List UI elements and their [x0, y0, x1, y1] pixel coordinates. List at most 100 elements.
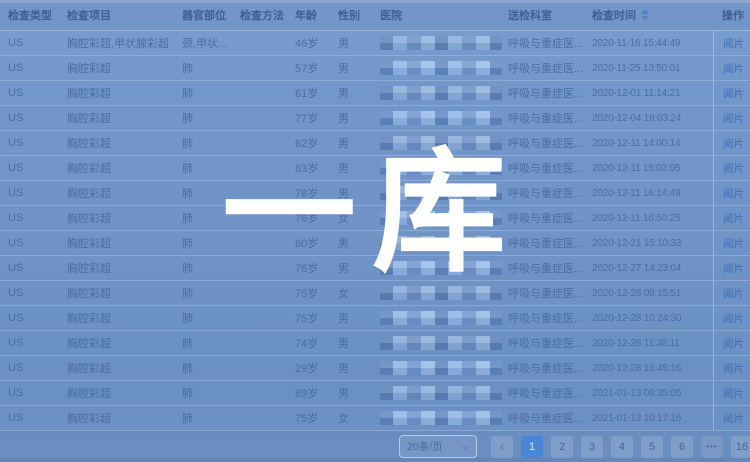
page-button-2[interactable]: 2 [551, 436, 573, 458]
cell-gender: 男 [338, 31, 380, 55]
redacted-hospital-mosaic [380, 111, 502, 125]
table-row[interactable]: US胸腔彩超,甲状腺彩超颈,甲状...46岁男呼吸与重症医...2020-11-… [0, 31, 750, 56]
cell-exam-time: 2020-12-28 16:45:16 [592, 356, 713, 380]
cell-department: 呼吸与重症医... [508, 406, 592, 430]
view-film-link[interactable]: 阅片 [723, 111, 744, 126]
cell-age: 75岁 [295, 281, 338, 305]
col-header-label: 医院 [380, 7, 402, 23]
page-buttons: 123456 ••• 16 [521, 436, 750, 458]
table-row[interactable]: US胸腔彩超肺76岁男呼吸与重症医...2020-12-27 14:23:04阅… [0, 256, 750, 281]
cell-age: 76岁 [295, 256, 338, 280]
col-header-exam-time[interactable]: 检查时间 [592, 7, 713, 23]
cell-exam-type: US [8, 131, 67, 155]
view-film-link[interactable]: 阅片 [723, 61, 744, 76]
cell-exam-time: 2020-12-21 15:10:33 [592, 231, 713, 255]
cell-age: 46岁 [295, 31, 338, 55]
table-row[interactable]: US胸腔彩超肺60岁男呼吸与重症医...2020-12-21 15:10:33阅… [0, 231, 750, 256]
col-header-exam-item: 检查项目 [67, 7, 182, 23]
cell-action: 阅片 [713, 181, 750, 205]
prev-page-button[interactable]: ‹ [491, 436, 513, 458]
table-row[interactable]: US胸腔彩超肺75岁女呼吸与重症医...2021-01-13 10:17:16阅… [0, 406, 750, 431]
cell-exam-time: 2020-12-04 19:03:24 [592, 106, 713, 130]
table-row[interactable]: US胸腔彩超肺61岁男呼吸与重症医...2020-12-01 11:14:21阅… [0, 81, 750, 106]
col-header-label: 检查项目 [67, 7, 111, 23]
cell-exam-item: 胸腔彩超 [67, 306, 182, 330]
view-film-link[interactable]: 阅片 [723, 361, 744, 376]
cell-gender: 男 [338, 231, 380, 255]
table-row[interactable]: US胸腔彩超肺57岁男呼吸与重症医...2020-11-25 13:50:01阅… [0, 56, 750, 81]
table-row[interactable]: US胸腔彩超肺77岁男呼吸与重症医...2020-12-04 19:03:24阅… [0, 106, 750, 131]
cell-action: 阅片 [713, 156, 750, 180]
sort-caret-icon[interactable] [641, 9, 649, 21]
view-film-link[interactable]: 阅片 [723, 311, 744, 326]
cell-exam-method [240, 206, 295, 230]
table-row[interactable]: US胸腔彩超肺74岁男呼吸与重症医...2020-12-28 11:38:11阅… [0, 331, 750, 356]
cell-hospital [380, 181, 508, 205]
page-button-6[interactable]: 6 [671, 436, 693, 458]
view-film-link[interactable]: 阅片 [723, 261, 744, 276]
cell-gender: 男 [338, 356, 380, 380]
cell-department: 呼吸与重症医... [508, 56, 592, 80]
view-film-link[interactable]: 阅片 [723, 411, 744, 426]
cell-gender: 男 [338, 156, 380, 180]
col-header-label: 器官部位 [182, 7, 226, 23]
page-size-select[interactable]: 20条/页 ⌄ [399, 435, 477, 458]
col-header-hospital: 医院 [380, 7, 508, 23]
table-row[interactable]: US胸腔彩超肺29岁男呼吸与重症医...2020-12-28 16:45:16阅… [0, 356, 750, 381]
view-film-link[interactable]: 阅片 [723, 86, 744, 101]
col-header-exam-method: 检查方法 [240, 7, 295, 23]
cell-age: 61岁 [295, 81, 338, 105]
cell-age: 76岁 [295, 206, 338, 230]
table-header-row: 检查类型检查项目器官部位检查方法年龄性别医院送检科室检查时间操作 [0, 0, 750, 31]
page-button-16[interactable]: 16 [731, 436, 750, 458]
page-button-3[interactable]: 3 [581, 436, 603, 458]
redacted-hospital-mosaic [380, 361, 502, 375]
table-row[interactable]: US胸腔彩超肺78岁男呼吸与重症医...2020-12-11 16:14:49阅… [0, 181, 750, 206]
view-film-link[interactable]: 阅片 [723, 236, 744, 251]
table-row[interactable]: US胸腔彩超肺75岁男呼吸与重症医...2020-12-28 10:24:30阅… [0, 306, 750, 331]
redacted-hospital-mosaic [380, 136, 502, 150]
page-ellipsis-button[interactable]: ••• [701, 436, 723, 458]
page-button-5[interactable]: 5 [641, 436, 663, 458]
cell-gender: 男 [338, 181, 380, 205]
cell-organ-part: 肺 [182, 406, 240, 430]
cell-gender: 男 [338, 306, 380, 330]
table-row[interactable]: US胸腔彩超肺83岁男呼吸与重症医...2020-12-11 16:02:05阅… [0, 156, 750, 181]
cell-gender: 女 [338, 281, 380, 305]
cell-department: 呼吸与重症医... [508, 356, 592, 380]
cell-exam-item: 胸腔彩超 [67, 81, 182, 105]
table-row[interactable]: US胸腔彩超肺76岁女呼吸与重症医...2020-12-11 16:50:25阅… [0, 206, 750, 231]
cell-action: 阅片 [713, 106, 750, 130]
page-button-1[interactable]: 1 [521, 436, 543, 458]
table-row[interactable]: US胸腔彩超肺75岁女呼吸与重症医...2020-12-28 08:15:51阅… [0, 281, 750, 306]
cell-age: 75岁 [295, 306, 338, 330]
view-film-link[interactable]: 阅片 [723, 286, 744, 301]
cell-exam-method [240, 356, 295, 380]
cell-action: 阅片 [713, 131, 750, 155]
col-header-exam-type: 检查类型 [8, 7, 67, 23]
view-film-link[interactable]: 阅片 [723, 336, 744, 351]
cell-exam-time: 2020-11-25 13:50:01 [592, 56, 713, 80]
page-button-4[interactable]: 4 [611, 436, 633, 458]
view-film-link[interactable]: 阅片 [723, 386, 744, 401]
cell-department: 呼吸与重症医... [508, 231, 592, 255]
cell-exam-type: US [8, 231, 67, 255]
cell-organ-part: 肺 [182, 281, 240, 305]
table-row[interactable]: US胸腔彩超肺62岁男呼吸与重症医...2020-12-11 14:00:14阅… [0, 131, 750, 156]
cell-age: 83岁 [295, 156, 338, 180]
view-film-link[interactable]: 阅片 [723, 211, 744, 226]
cell-hospital [380, 106, 508, 130]
view-film-link[interactable]: 阅片 [723, 186, 744, 201]
cell-gender: 男 [338, 381, 380, 405]
exam-list-screen: 检查类型检查项目器官部位检查方法年龄性别医院送检科室检查时间操作 US胸腔彩超,… [0, 0, 750, 462]
cell-hospital [380, 356, 508, 380]
view-film-link[interactable]: 阅片 [723, 161, 744, 176]
col-header-gender: 性别 [338, 7, 380, 23]
cell-gender: 女 [338, 406, 380, 430]
cell-exam-time: 2021-01-13 10:17:16 [592, 406, 713, 430]
view-film-link[interactable]: 阅片 [723, 36, 744, 51]
view-film-link[interactable]: 阅片 [723, 136, 744, 151]
table-row[interactable]: US胸腔彩超肺89岁男呼吸与重症医...2021-01-13 08:35:05阅… [0, 381, 750, 406]
cell-exam-method [240, 106, 295, 130]
cell-exam-method [240, 256, 295, 280]
